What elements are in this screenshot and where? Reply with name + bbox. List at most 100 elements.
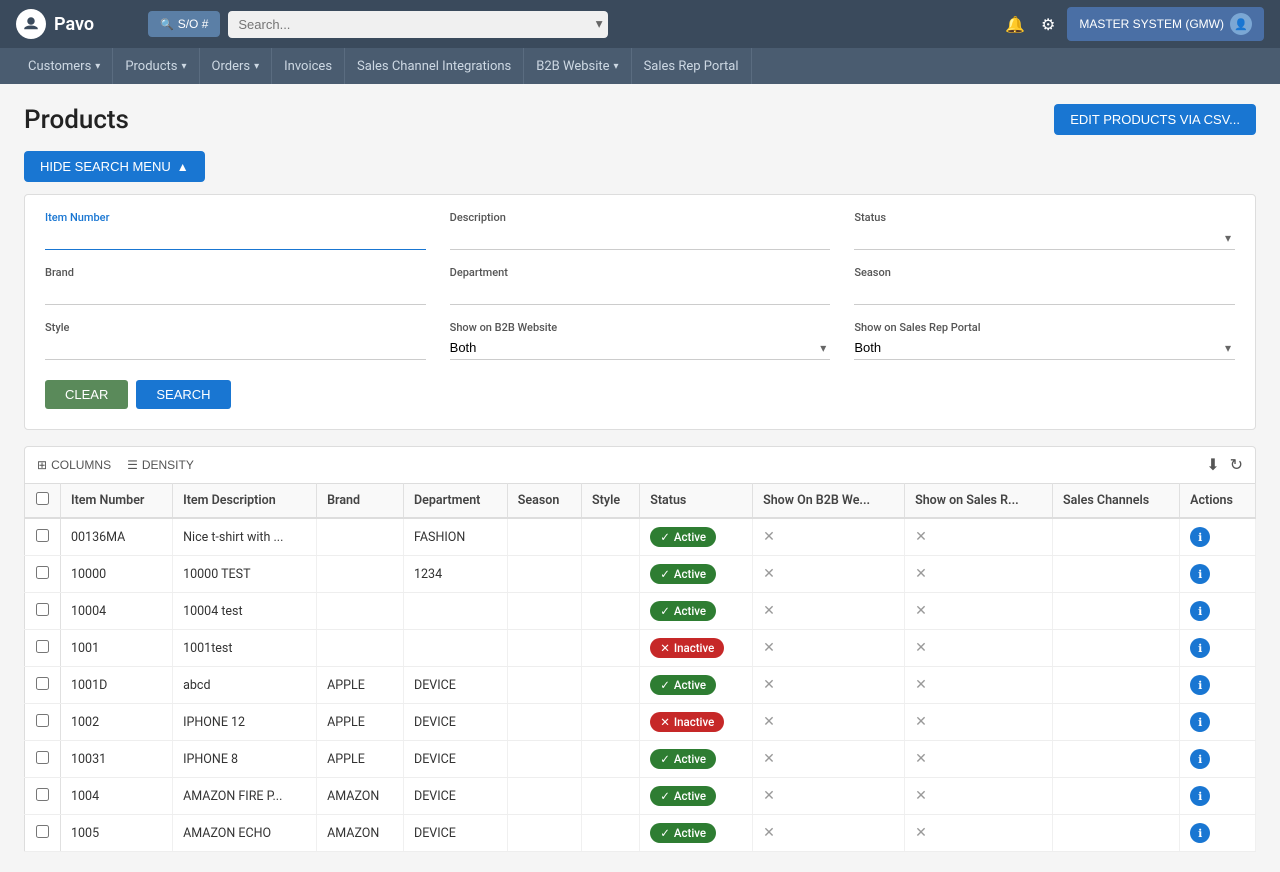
info-button[interactable]: ℹ <box>1190 527 1210 547</box>
row-sales-rep: ✕ <box>905 593 1053 630</box>
col-b2b: Show On B2B We... <box>753 484 905 519</box>
page-content: Products EDIT PRODUCTS VIA CSV... HIDE S… <box>0 84 1280 872</box>
item-number-input[interactable] <box>45 226 426 250</box>
info-button[interactable]: ℹ <box>1190 675 1210 695</box>
table-row: 1002 IPHONE 12 APPLE DEVICE ✕ Inactive ✕… <box>25 704 1256 741</box>
row-brand <box>317 556 404 593</box>
season-input[interactable] <box>854 281 1235 305</box>
sales-rep-x-icon: ✕ <box>915 788 927 804</box>
info-button[interactable]: ℹ <box>1190 638 1210 658</box>
row-checkbox[interactable] <box>36 603 49 616</box>
nav-sales-rep[interactable]: Sales Rep Portal <box>632 48 752 84</box>
description-input[interactable] <box>450 226 831 250</box>
item-number-field: Item Number <box>45 211 426 250</box>
row-checkbox[interactable] <box>36 640 49 653</box>
row-checkbox-cell <box>25 518 61 556</box>
row-brand <box>317 518 404 556</box>
show-sales-rep-field: Show on Sales Rep Portal Both Yes No <box>854 321 1235 360</box>
row-checkbox[interactable] <box>36 825 49 838</box>
row-checkbox[interactable] <box>36 714 49 727</box>
row-status: ✓ Active <box>640 556 753 593</box>
row-checkbox[interactable] <box>36 677 49 690</box>
status-label: Status <box>854 211 1235 224</box>
info-button[interactable]: ℹ <box>1190 712 1210 732</box>
row-checkbox-cell <box>25 667 61 704</box>
info-button[interactable]: ℹ <box>1190 564 1210 584</box>
row-checkbox-cell <box>25 556 61 593</box>
status-badge: ✓ Active <box>650 749 716 769</box>
user-avatar: 👤 <box>1230 13 1252 35</box>
table-row: 10000 10000 TEST 1234 ✓ Active ✕ ✕ ℹ <box>25 556 1256 593</box>
col-brand: Brand <box>317 484 404 519</box>
department-input[interactable] <box>450 281 831 305</box>
brand-input[interactable] <box>45 281 426 305</box>
show-b2b-select[interactable]: Both Yes No <box>450 336 831 360</box>
row-channels <box>1053 667 1180 704</box>
so-button[interactable]: 🔍 S/O # <box>148 11 220 37</box>
table-header-row: Item Number Item Description Brand Depar… <box>25 484 1256 519</box>
row-checkbox[interactable] <box>36 751 49 764</box>
download-button[interactable]: ⬇ <box>1206 455 1219 475</box>
row-b2b: ✕ <box>753 556 905 593</box>
info-button[interactable]: ℹ <box>1190 749 1210 769</box>
edit-csv-button[interactable]: EDIT PRODUCTS VIA CSV... <box>1054 104 1256 135</box>
col-sales-rep: Show on Sales R... <box>905 484 1053 519</box>
user-menu-button[interactable]: MASTER SYSTEM (GMW) 👤 <box>1067 7 1264 41</box>
status-select[interactable]: Active Inactive <box>854 226 1235 250</box>
show-sales-rep-select[interactable]: Both Yes No <box>854 336 1235 360</box>
row-sales-rep: ✕ <box>905 556 1053 593</box>
row-item-number: 1005 <box>61 815 173 852</box>
sales-rep-x-icon: ✕ <box>915 566 927 582</box>
row-department: DEVICE <box>404 704 508 741</box>
row-b2b: ✕ <box>753 593 905 630</box>
row-season <box>507 556 581 593</box>
refresh-button[interactable]: ↻ <box>1230 455 1243 475</box>
table-row: 00136MA Nice t-shirt with ... FASHION ✓ … <box>25 518 1256 556</box>
notification-icon[interactable]: 🔔 <box>1005 15 1025 34</box>
status-badge: ✕ Inactive <box>650 638 724 658</box>
row-status: ✓ Active <box>640 778 753 815</box>
b2b-x-icon: ✕ <box>763 603 775 619</box>
row-status: ✕ Inactive <box>640 704 753 741</box>
brand-label: Brand <box>45 266 426 279</box>
nav-b2b[interactable]: B2B Website ▾ <box>524 48 631 84</box>
info-button[interactable]: ℹ <box>1190 786 1210 806</box>
nav-customers[interactable]: Customers ▾ <box>16 48 113 84</box>
row-sales-rep: ✕ <box>905 778 1053 815</box>
toolbar-left: ⊞ COLUMNS ☰ DENSITY <box>37 458 194 472</box>
row-brand: AMAZON <box>317 815 404 852</box>
row-checkbox[interactable] <box>36 529 49 542</box>
columns-button[interactable]: ⊞ COLUMNS <box>37 458 111 472</box>
row-checkbox-cell <box>25 778 61 815</box>
info-button[interactable]: ℹ <box>1190 601 1210 621</box>
settings-icon[interactable]: ⚙ <box>1041 15 1055 34</box>
row-description: AMAZON FIRE P... <box>173 778 317 815</box>
hide-search-menu-button[interactable]: HIDE SEARCH MENU ▲ <box>24 151 205 182</box>
nav-products[interactable]: Products ▾ <box>113 48 199 84</box>
global-search-input[interactable] <box>228 11 608 38</box>
nav-orders[interactable]: Orders ▾ <box>200 48 273 84</box>
density-button[interactable]: ☰ DENSITY <box>127 458 194 472</box>
orders-chevron-icon: ▾ <box>254 61 259 72</box>
row-checkbox[interactable] <box>36 788 49 801</box>
search-dropdown-btn[interactable]: ▾ <box>596 16 603 32</box>
info-button[interactable]: ℹ <box>1190 823 1210 843</box>
row-b2b: ✕ <box>753 741 905 778</box>
nav-invoices[interactable]: Invoices <box>272 48 345 84</box>
status-badge: ✓ Active <box>650 823 716 843</box>
select-all-checkbox[interactable] <box>36 492 49 505</box>
b2b-x-icon: ✕ <box>763 788 775 804</box>
style-input[interactable] <box>45 336 426 360</box>
row-actions: ℹ <box>1180 778 1256 815</box>
nav-sales-channel[interactable]: Sales Channel Integrations <box>345 48 524 84</box>
season-field: Season <box>854 266 1235 305</box>
row-department <box>404 593 508 630</box>
row-brand <box>317 593 404 630</box>
row-brand: APPLE <box>317 667 404 704</box>
search-button[interactable]: SEARCH <box>136 380 230 409</box>
page-title: Products <box>24 105 129 135</box>
row-item-number: 1001D <box>61 667 173 704</box>
row-checkbox[interactable] <box>36 566 49 579</box>
clear-button[interactable]: CLEAR <box>45 380 128 409</box>
row-department: 1234 <box>404 556 508 593</box>
